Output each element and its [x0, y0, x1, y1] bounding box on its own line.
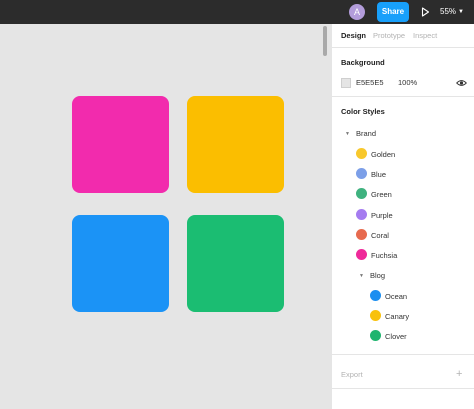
chevron-down-icon: ▼ — [458, 9, 464, 15]
section-divider — [332, 354, 474, 355]
color-dot — [370, 290, 381, 301]
play-icon[interactable] — [417, 4, 433, 20]
color-dot — [356, 148, 367, 159]
caret-down-icon[interactable]: ▼ — [345, 131, 350, 137]
toolbar: A Share 55% ▼ — [0, 0, 474, 24]
color-dot — [370, 330, 381, 341]
style-label: Ocean — [385, 292, 408, 301]
background-color-chip[interactable] — [341, 78, 351, 88]
color-dot — [356, 209, 367, 220]
background-row[interactable]: E5E5E5 100% — [341, 77, 467, 89]
panel-tabs: Design Prototype Inspect — [332, 24, 474, 48]
color-styles-title: Color Styles — [341, 107, 385, 116]
style-label: Clover — [385, 332, 407, 341]
blue-swatch[interactable] — [72, 215, 169, 312]
plus-icon[interactable]: + — [456, 369, 462, 380]
tab-inspect[interactable]: Inspect — [413, 31, 437, 40]
style-label: Purple — [371, 211, 393, 220]
color-dot — [356, 229, 367, 240]
color-dot — [356, 188, 367, 199]
color-dot — [356, 249, 367, 260]
zoom-level: 55% — [440, 7, 457, 16]
color-dot — [356, 168, 367, 179]
golden-swatch[interactable] — [187, 96, 284, 193]
fuchsia-swatch[interactable] — [72, 96, 169, 193]
tab-prototype[interactable]: Prototype — [373, 31, 405, 40]
green-swatch[interactable] — [187, 215, 284, 312]
style-label: Blue — [371, 170, 387, 179]
style-label: Canary — [385, 312, 410, 321]
style-label: Coral — [371, 231, 389, 240]
color-dot — [370, 310, 381, 321]
style-label: Fuchsia — [371, 251, 398, 260]
canvas[interactable] — [0, 24, 331, 409]
group-brand-label: Brand — [356, 129, 377, 138]
eye-icon[interactable] — [456, 78, 467, 88]
background-section-title: Background — [341, 58, 385, 67]
style-label: Golden — [371, 150, 396, 159]
group-blog-label: Blog — [370, 271, 386, 280]
design-panel: Design Prototype Inspect Background E5E5… — [331, 24, 474, 409]
section-divider — [332, 388, 474, 389]
zoom-dropdown[interactable]: 55% ▼ — [440, 4, 464, 20]
section-divider — [332, 96, 474, 97]
canvas-scrollbar[interactable] — [323, 26, 327, 56]
tab-design[interactable]: Design — [341, 31, 366, 40]
style-label: Green — [371, 190, 392, 199]
export-section-title: Export — [341, 370, 363, 379]
background-opacity-value[interactable]: 100% — [398, 78, 417, 87]
background-hex-value[interactable]: E5E5E5 — [356, 78, 384, 87]
share-button[interactable]: Share — [377, 2, 409, 22]
caret-down-icon[interactable]: ▼ — [359, 273, 364, 279]
avatar[interactable]: A — [349, 4, 365, 20]
